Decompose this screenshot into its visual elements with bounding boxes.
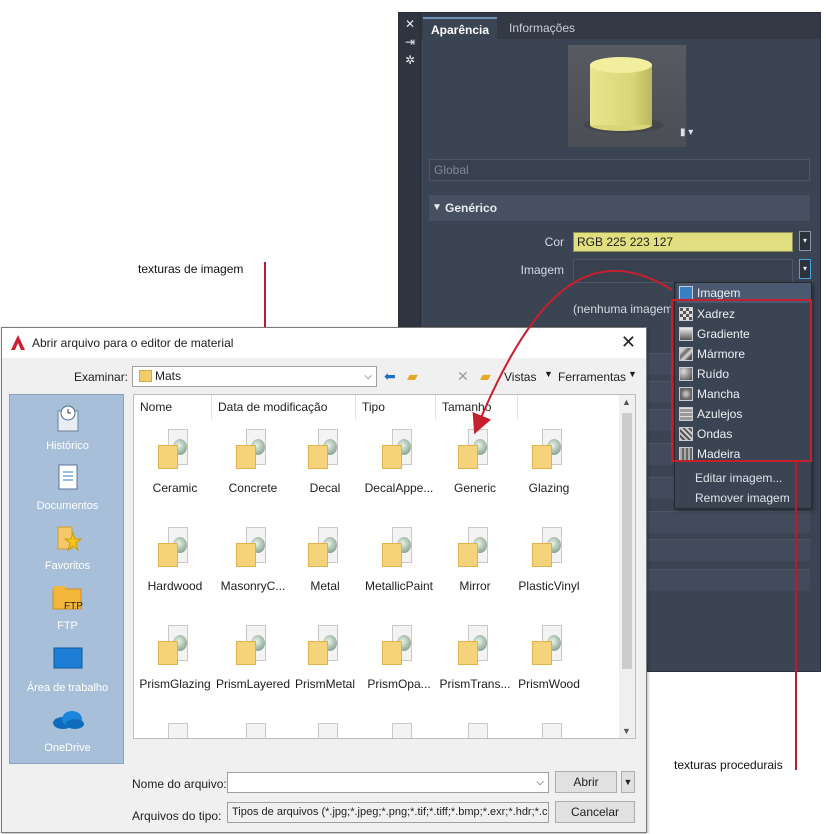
callout-arrow <box>472 269 673 435</box>
